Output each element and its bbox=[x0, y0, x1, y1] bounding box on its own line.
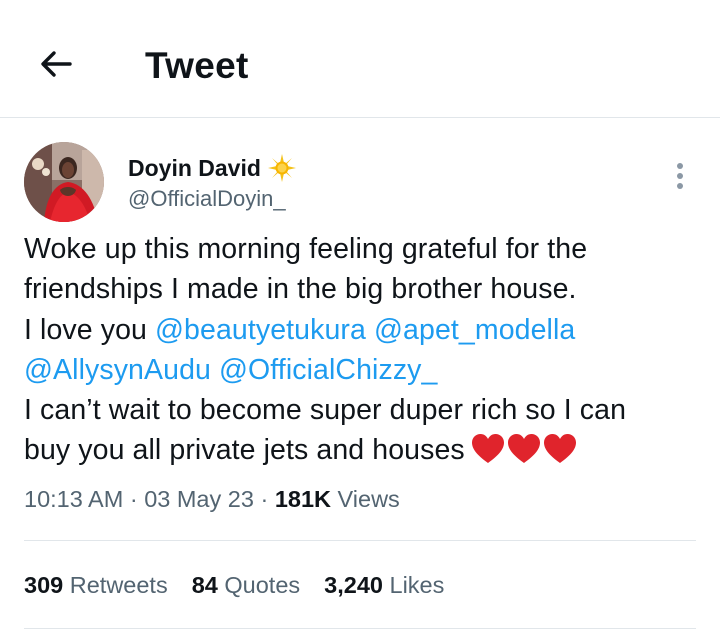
more-options-button[interactable] bbox=[668, 158, 692, 194]
mention-link[interactable]: @AllysynAudu bbox=[24, 354, 211, 386]
tweet-text-fragment: I love you bbox=[24, 313, 156, 346]
tweet-line: I love you @beautyetukura @apet_modella bbox=[24, 310, 704, 350]
red-heart-icon bbox=[543, 434, 576, 464]
mention-link[interactable]: @OfficialChizzy_ bbox=[219, 354, 437, 386]
mention-link[interactable]: @apet_modella bbox=[374, 314, 575, 346]
more-dots-icon bbox=[677, 163, 683, 169]
tweet-date[interactable]: 03 May 23 bbox=[144, 486, 254, 512]
red-heart-icon bbox=[507, 434, 540, 464]
tweet-line: @AllysynAudu @OfficialChizzy_ bbox=[24, 350, 704, 390]
quotes-label: Quotes bbox=[224, 572, 301, 598]
views-label: Views bbox=[337, 486, 400, 512]
arrow-left-icon bbox=[41, 51, 72, 77]
retweets-count: 309 bbox=[24, 572, 64, 598]
tweet-metadata: 10:13 AM · 03 May 23 · 181K Views bbox=[24, 482, 400, 516]
quotes-stat[interactable]: 84 Quotes bbox=[192, 568, 300, 602]
author-name-row[interactable]: Doyin David bbox=[128, 153, 297, 183]
separator: · bbox=[129, 486, 138, 512]
author-handle[interactable]: @OfficialDoyin_ bbox=[128, 184, 286, 214]
retweets-stat[interactable]: 309 Retweets bbox=[24, 568, 168, 602]
tweet-line: buy you all private jets and houses bbox=[24, 430, 704, 470]
hearts-emoji-group bbox=[471, 433, 577, 465]
tweet-line: friendships I made in the big brother ho… bbox=[24, 273, 577, 306]
views-count: 181K bbox=[274, 486, 331, 512]
quotes-count: 84 bbox=[191, 572, 218, 598]
more-dots-icon-dot bbox=[677, 173, 683, 179]
likes-label: Likes bbox=[389, 572, 445, 598]
mention-link[interactable]: @beautyetukura bbox=[155, 314, 366, 346]
tweet-line: I can’t wait to become super duper rich … bbox=[24, 394, 627, 427]
top-bar: Tweet bbox=[0, 0, 720, 118]
separator: · bbox=[260, 486, 269, 512]
display-name: Doyin David bbox=[128, 155, 261, 181]
page-title: Tweet bbox=[145, 45, 249, 86]
divider bbox=[24, 540, 696, 541]
retweets-label: Retweets bbox=[69, 572, 168, 598]
divider bbox=[24, 628, 696, 629]
back-button[interactable] bbox=[34, 42, 78, 86]
tweet-body: Woke up this morning feeling grateful fo… bbox=[24, 229, 704, 471]
engagement-stats: 309 Retweets 84 Quotes 3,240 Likes bbox=[24, 568, 444, 602]
profile-photo bbox=[24, 142, 104, 222]
tweet-line: Woke up this morning feeling grateful fo… bbox=[24, 233, 588, 265]
likes-count: 3,240 bbox=[324, 572, 383, 598]
avatar[interactable] bbox=[24, 142, 104, 222]
sun-emoji-icon bbox=[267, 153, 297, 183]
red-heart-icon bbox=[471, 434, 504, 464]
likes-stat[interactable]: 3,240 Likes bbox=[324, 568, 444, 602]
tweet-time[interactable]: 10:13 AM bbox=[24, 486, 123, 512]
more-dots-icon-dot bbox=[677, 183, 683, 189]
tweet-text-fragment: buy you all private jets and houses bbox=[24, 434, 465, 467]
